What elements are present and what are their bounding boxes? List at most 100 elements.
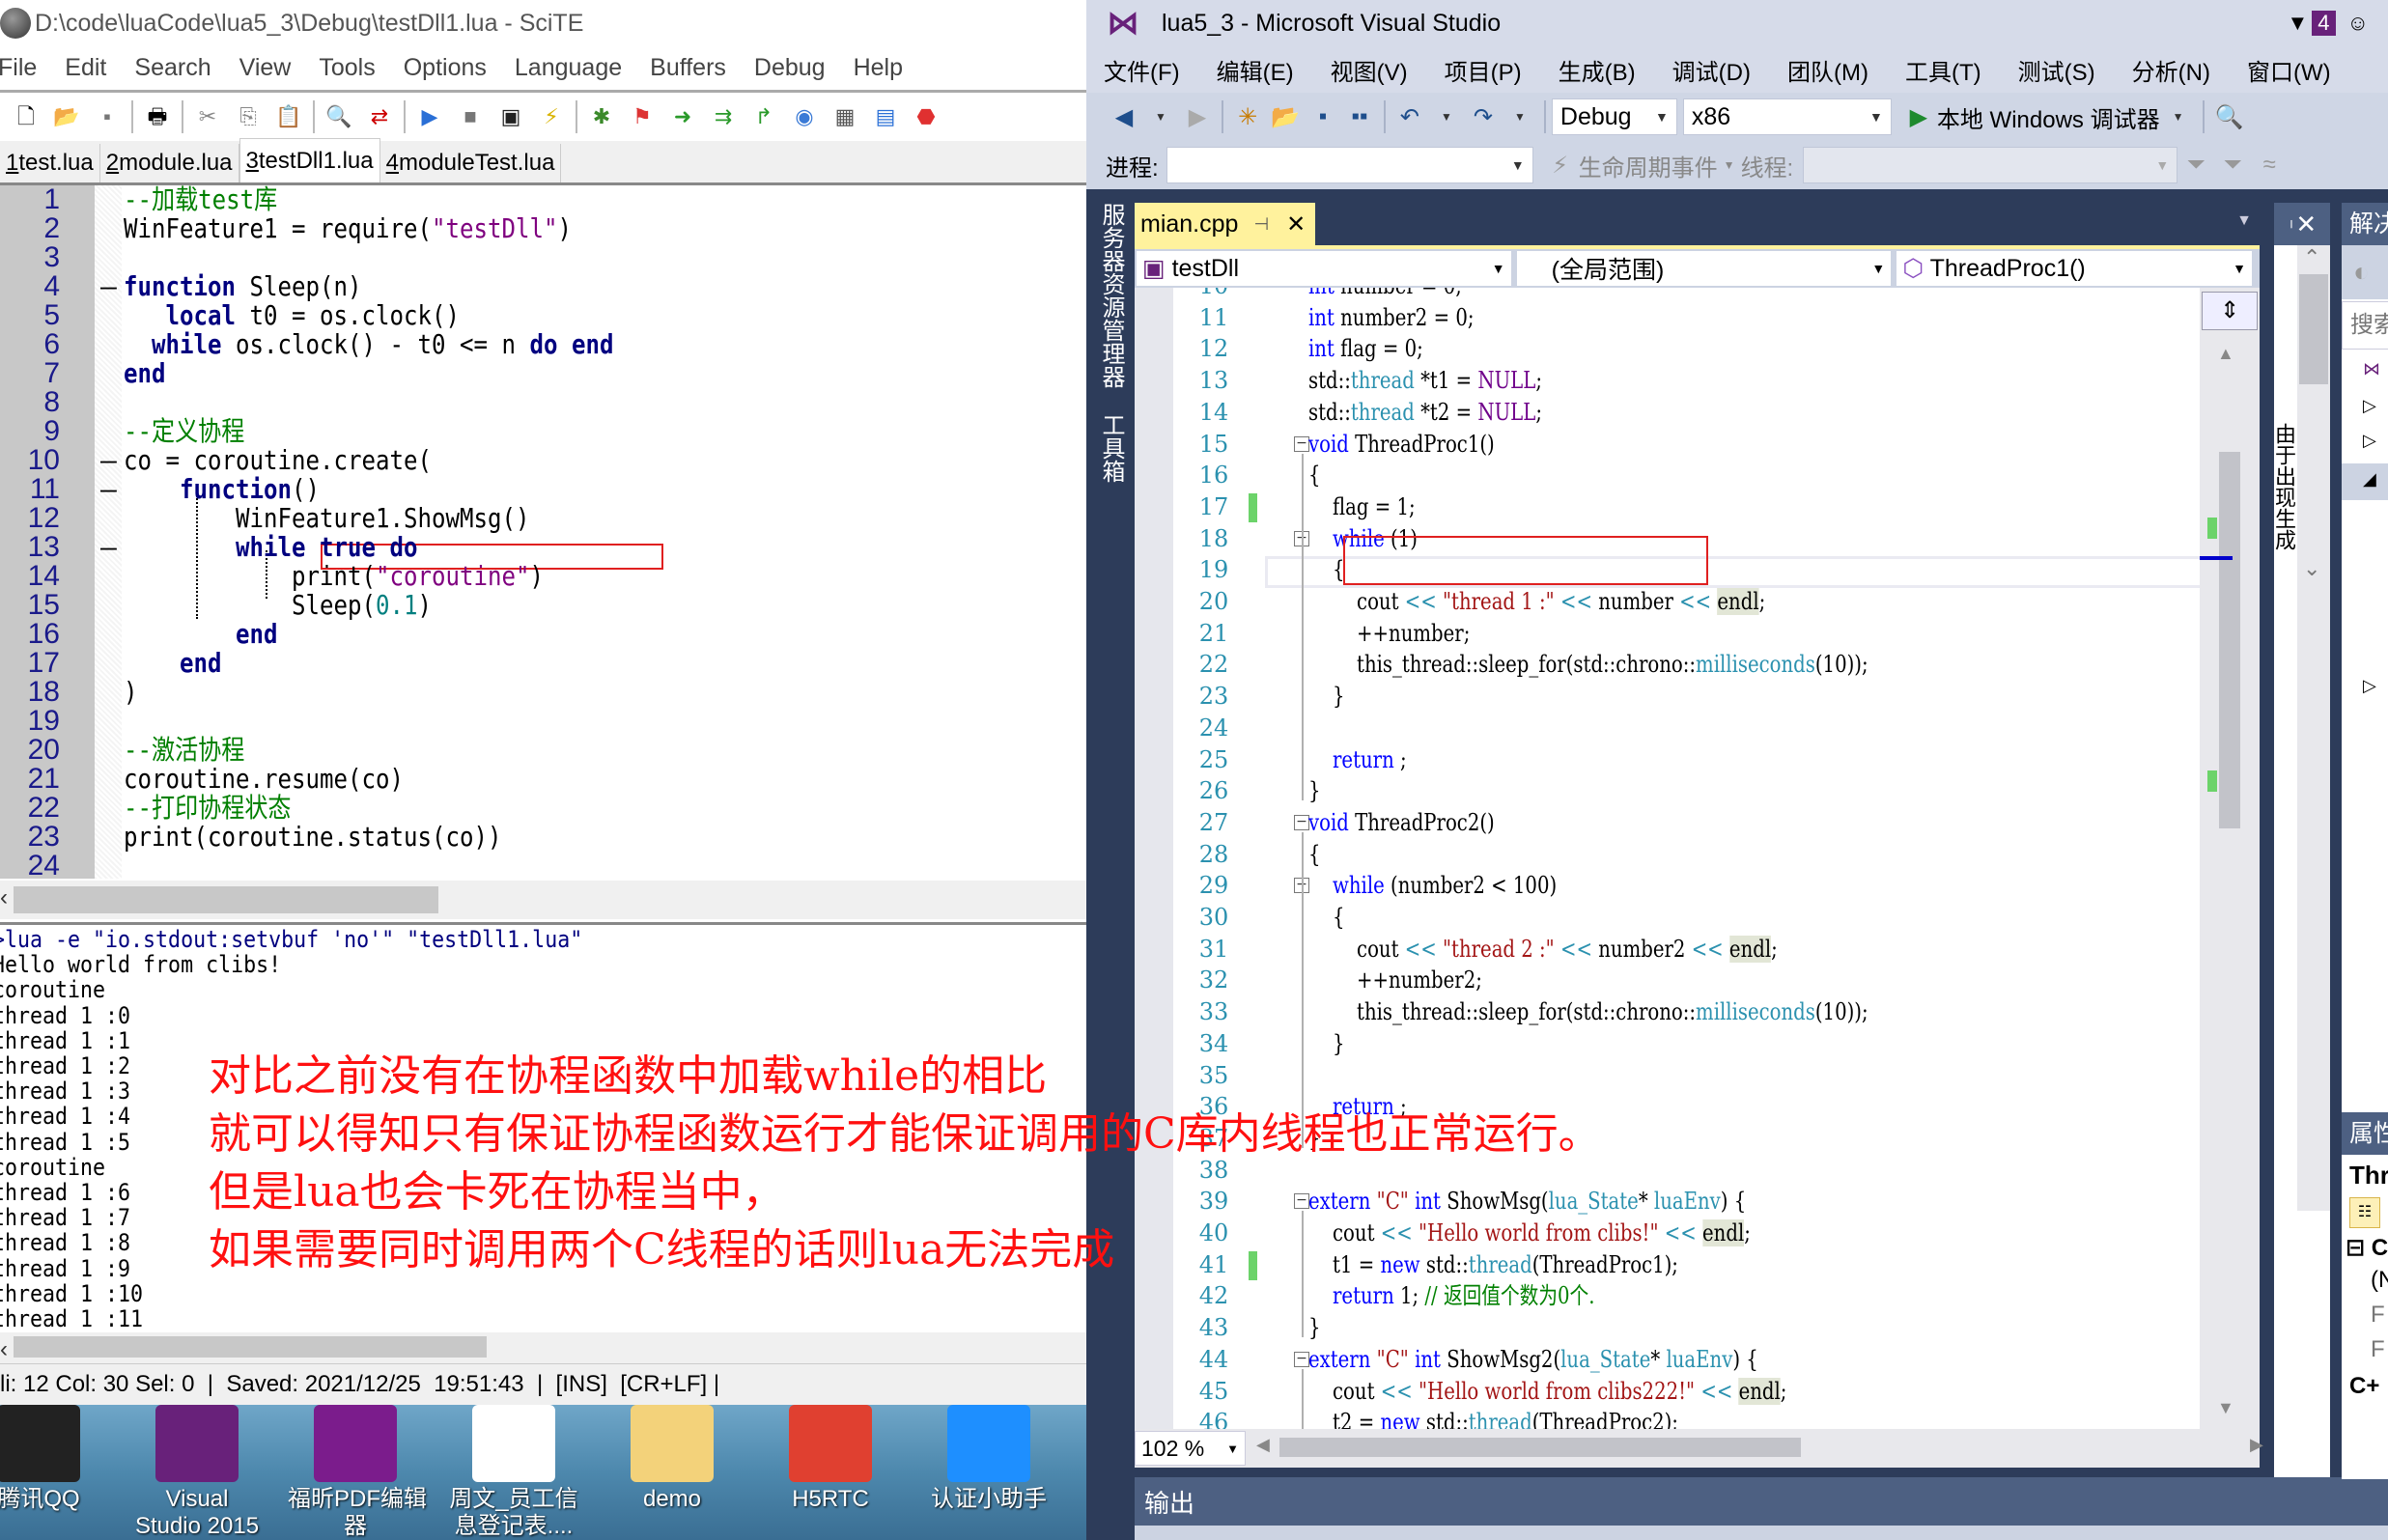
side-tab-server-explorer[interactable]: 服务器资源管理器 <box>1094 203 1124 388</box>
solution-back-icon[interactable]: ◐ <box>2342 245 2388 299</box>
vs-menu-item[interactable]: 工具(T) <box>1905 53 1981 87</box>
step-out-icon[interactable]: ↱ <box>749 102 778 131</box>
vs-menu-item[interactable]: 编辑(E) <box>1217 53 1294 87</box>
menu-item-help[interactable]: Help <box>854 54 903 82</box>
scroll-left-icon[interactable]: ◀ <box>1256 1435 1270 1455</box>
feedback-icon[interactable]: ☺ <box>2347 11 2369 36</box>
lifecycle-events-icon[interactable]: ⚡ <box>1547 149 1574 182</box>
find-in-files-icon[interactable]: 🔍 <box>2215 100 2244 133</box>
scroll-thumb[interactable] <box>1279 1438 1801 1457</box>
tab-module-lua[interactable]: 2 module.lua <box>100 144 239 182</box>
scroll-thumb[interactable] <box>2219 452 2240 828</box>
tab-moduleTest-lua[interactable]: 4 moduleTest.lua <box>380 144 562 182</box>
start-debugging-button[interactable]: 本地 Windows 调试器 <box>1937 100 2160 134</box>
undo-icon[interactable]: ↶ <box>1396 100 1423 133</box>
scroll-thumb[interactable] <box>14 886 438 913</box>
print-icon[interactable]: 🖶 <box>143 102 172 131</box>
desktop-icon[interactable]: Postman <box>1080 1405 1086 1513</box>
cut-icon[interactable]: ✂ <box>193 102 222 131</box>
menu-item-buffers[interactable]: Buffers <box>650 54 726 82</box>
scroll-thumb[interactable] <box>2299 274 2328 384</box>
vs-menu-item[interactable]: 生成(B) <box>1559 53 1636 87</box>
collapse-icon[interactable]: ◢ <box>2363 469 2376 490</box>
fold-marker-icon[interactable]: – <box>100 475 117 504</box>
fold-marker-icon[interactable]: – <box>100 272 117 301</box>
notification-flag-icon[interactable]: ▼ <box>2288 11 2309 36</box>
property-row[interactable]: F <box>2371 1336 2385 1363</box>
member-nav-select[interactable]: ⬡ ThreadProc1() ▼ <box>1896 251 2252 286</box>
scroll-left-icon[interactable]: ‹ <box>0 1336 8 1363</box>
calculator-icon[interactable]: ▦ <box>830 102 859 131</box>
save-all-icon[interactable]: ▪▪ <box>1346 100 1373 133</box>
properties-category[interactable]: ⊟ C <box>2346 1234 2388 1262</box>
desktop-icon[interactable]: Visual Studio 2015 <box>129 1405 265 1540</box>
dropdown-arrow-icon[interactable]: ▼ <box>1433 100 1460 133</box>
desktop-icon[interactable]: demo <box>604 1405 740 1513</box>
vs-menu-item[interactable]: 测试(S) <box>2018 53 2095 87</box>
console-icon[interactable]: ▣ <box>496 102 525 131</box>
filter-clear-icon[interactable]: ⏷ <box>2219 149 2246 182</box>
side-tab-toolbox[interactable]: 工具箱 <box>1094 413 1124 483</box>
solution-configuration-select[interactable]: Debug ▼ <box>1551 98 1677 135</box>
scroll-right-icon[interactable]: ▶ <box>2250 1435 2263 1455</box>
pin-icon[interactable]: ⊣ <box>1253 214 1269 235</box>
solution-selected-row[interactable]: ◢ <box>2342 463 2388 500</box>
vs-menu-item[interactable]: 分析(N) <box>2132 53 2210 87</box>
dropdown-arrow-icon[interactable]: ▼ <box>1506 100 1533 133</box>
vs-menu-item[interactable]: 团队(M) <box>1787 53 1868 87</box>
fold-toggle-icon[interactable]: − <box>1294 1351 1309 1367</box>
tab-mian-cpp[interactable]: mian.cpp ⊣ ✕ <box>1135 203 1316 245</box>
desktop-icon[interactable]: H5RTC <box>763 1405 898 1513</box>
vs-menu-item[interactable]: 窗口(W) <box>2247 53 2331 87</box>
scroll-thumb[interactable] <box>14 1336 487 1358</box>
vs-menu-item[interactable]: 文件(F) <box>1104 53 1180 87</box>
editor-hscrollbar[interactable]: 102 % ▼ ◀ ▶ <box>1135 1429 2263 1468</box>
start-debugging-icon[interactable]: ▶ <box>1905 100 1932 133</box>
project-nav-select[interactable]: ▣ testDll ▼ <box>1137 251 1511 286</box>
menu-item-file[interactable]: File <box>0 54 37 82</box>
tab-overflow-icon[interactable]: ▼ <box>2236 212 2252 230</box>
menu-item-edit[interactable]: Edit <box>65 54 106 82</box>
code-editor[interactable]: 10 int number = 0; 11 int number2 = 0; 12 int… <box>1135 288 2260 1429</box>
menu-item-view[interactable]: View <box>239 54 292 82</box>
desktop-icon[interactable]: 福昕PDF编辑 器 <box>288 1405 427 1540</box>
solution-platform-select[interactable]: x86 ▼ <box>1682 98 1892 135</box>
tab-testDll1-lua[interactable]: 3 testDll1.lua <box>239 138 380 182</box>
redo-icon[interactable]: ↷ <box>1470 100 1497 133</box>
desktop-icon[interactable]: 腾讯QQ <box>0 1405 106 1513</box>
new-file-icon[interactable]: 🗋 <box>12 102 41 131</box>
compile-icon[interactable]: ▶ <box>415 102 444 131</box>
fold-toggle-icon[interactable]: − <box>1294 1193 1309 1210</box>
expand-icon[interactable]: ▷ <box>2363 431 2376 451</box>
find-icon[interactable]: 🔍 <box>324 102 353 131</box>
fold-marker-icon[interactable]: – <box>100 533 117 562</box>
output-hscrollbar[interactable]: ‹ <box>0 1332 1086 1363</box>
close-panel-icon[interactable]: ✕ <box>2295 210 2317 238</box>
stop-icon[interactable]: ■ <box>456 102 485 131</box>
dropdown-arrow-icon[interactable]: ▼ <box>1147 100 1174 133</box>
navigate-forward-icon[interactable]: ▶ <box>1184 100 1211 133</box>
vs-menu-item[interactable]: 调试(D) <box>1672 53 1751 87</box>
menu-item-options[interactable]: Options <box>404 54 487 82</box>
property-row[interactable]: F <box>2371 1302 2385 1329</box>
open-file-icon[interactable]: 📂 <box>1271 100 1300 133</box>
close-tab-icon[interactable]: ✕ <box>1286 210 1306 238</box>
desktop-icon[interactable]: 周文_员工信 息登记表.... <box>446 1405 581 1540</box>
tab-test-lua[interactable]: 1 test.lua <box>0 144 100 182</box>
paste-icon[interactable]: 📋 <box>274 102 303 131</box>
save-icon[interactable]: ▪ <box>93 102 122 131</box>
property-row[interactable]: (N <box>2371 1267 2388 1294</box>
build-icon[interactable]: ⚡ <box>537 102 566 131</box>
watch-eye-icon[interactable]: ◉ <box>790 102 819 131</box>
menu-item-language[interactable]: Language <box>515 54 622 82</box>
thread-select[interactable]: ▼ <box>1803 147 2178 183</box>
editor-hscrollbar[interactable]: ‹ <box>0 881 1086 919</box>
copy-icon[interactable]: ⎘ <box>234 102 263 131</box>
step-over-icon[interactable]: ⇉ <box>709 102 738 131</box>
error-panel-scrollbar[interactable]: ⌃ ⌄ <box>2297 245 2330 1211</box>
dropdown-arrow-icon[interactable]: ▼ <box>2165 100 2192 133</box>
fold-marker-icon[interactable]: – <box>100 446 117 475</box>
menu-item-debug[interactable]: Debug <box>754 54 826 82</box>
scroll-left-icon[interactable]: ‹ <box>0 884 8 911</box>
zoom-select[interactable]: 102 % ▼ <box>1135 1431 1246 1466</box>
